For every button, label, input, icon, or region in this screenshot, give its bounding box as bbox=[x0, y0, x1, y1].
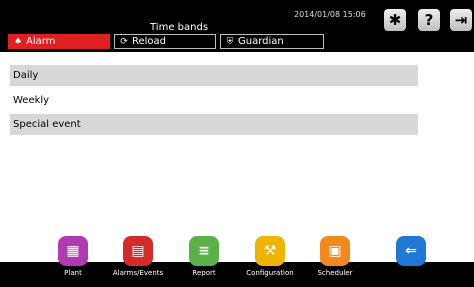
list-item-weekly[interactable]: Weekly bbox=[10, 90, 418, 111]
bug-icon[interactable]: ✱ bbox=[384, 9, 406, 31]
nav-report[interactable]: ≡ Report bbox=[174, 236, 234, 277]
datetime: 2014/01/08 15:06 bbox=[294, 10, 366, 19]
exit-icon[interactable]: ⇥ bbox=[450, 9, 472, 31]
nav-plant[interactable]: ▦ Plant bbox=[43, 236, 103, 277]
help-icon[interactable]: ? bbox=[418, 9, 440, 31]
alarm-button[interactable]: ♠ Alarm bbox=[8, 34, 110, 49]
list-item-special-event[interactable]: Special event bbox=[10, 114, 418, 135]
list-item-daily[interactable]: Daily bbox=[10, 65, 418, 86]
nav-plant-label: Plant bbox=[64, 269, 82, 277]
page-title: Time bands bbox=[150, 22, 209, 33]
nav-scheduler[interactable]: ▣ Scheduler bbox=[305, 236, 365, 277]
plant-icon: ▦ bbox=[58, 236, 88, 266]
guardian-button[interactable]: ⛨ Guardian bbox=[220, 34, 324, 49]
back-arrow-icon: ⇐ bbox=[396, 236, 426, 266]
alarm-doc-icon: ▤ bbox=[123, 236, 153, 266]
guardian-label: Guardian bbox=[238, 36, 284, 47]
wrench-icon: ⚒ bbox=[255, 236, 285, 266]
reload-label: Reload bbox=[132, 36, 167, 47]
report-icon: ≡ bbox=[189, 236, 219, 266]
alarm-label: Alarm bbox=[26, 36, 56, 47]
calendar-icon: ▣ bbox=[320, 236, 350, 266]
nav-scheduler-label: Scheduler bbox=[317, 269, 353, 277]
bell-icon: ♠ bbox=[13, 37, 23, 47]
shield-icon: ⛨ bbox=[226, 37, 234, 47]
reload-button[interactable]: ⟳ Reload bbox=[114, 34, 216, 49]
nav-configuration[interactable]: ⚒ Configuration bbox=[240, 236, 300, 277]
nav-alarms-events[interactable]: ▤ Alarms/Events bbox=[108, 236, 168, 277]
nav-back[interactable]: ⇐ bbox=[381, 236, 441, 266]
reload-icon: ⟳ bbox=[120, 37, 128, 47]
nav-alarms-events-label: Alarms/Events bbox=[112, 269, 164, 277]
nav-configuration-label: Configuration bbox=[246, 269, 294, 277]
nav-report-label: Report bbox=[192, 269, 216, 277]
